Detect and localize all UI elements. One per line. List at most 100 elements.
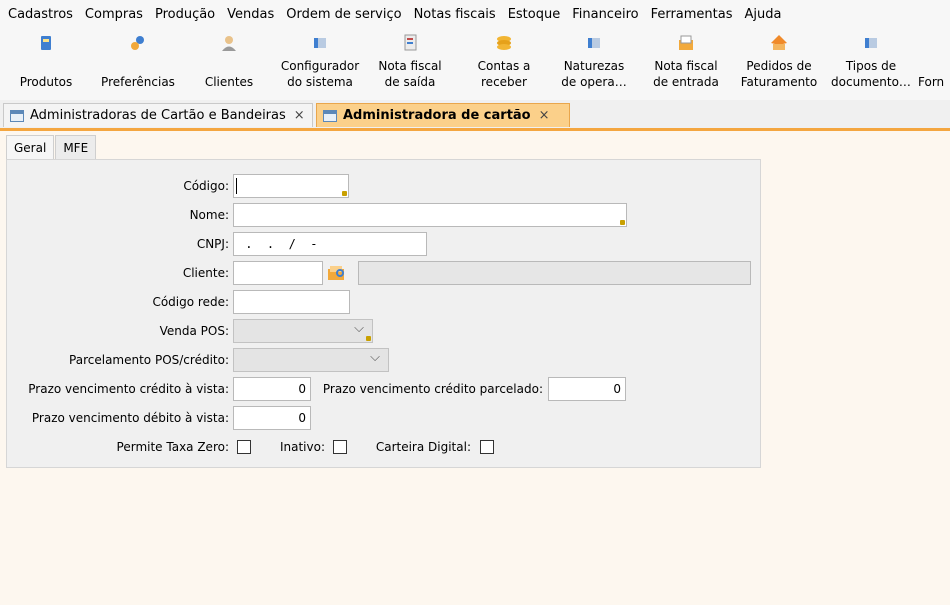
toolbar-label: de saída [384,75,436,89]
orders-icon [770,34,788,52]
toolbar-label: Produtos [19,75,73,89]
codigo-rede-field[interactable] [233,290,350,314]
toolbar-label: Contas a [477,59,531,73]
menu-ordem-servico[interactable]: Ordem de serviço [280,0,407,30]
inativo-label: Inativo: [279,440,325,454]
window-icon [10,109,24,122]
form-content: Geral MFE Código: Nome: CNPJ: . . / - Cl… [0,131,950,605]
invoice-out-icon [401,34,419,52]
tab-mfe[interactable]: MFE [55,135,97,159]
toolbar-label: Pedidos de [746,59,812,73]
toolbar-label: Faturamento [740,75,818,89]
toolbar-label: documento… [831,75,911,89]
geral-panel: Código: Nome: CNPJ: . . / - Cliente: Cód… [6,159,761,468]
receivables-icon [495,34,513,52]
toolbar-label: de opera… [561,75,627,89]
tab-administradora-cartao[interactable]: Administradora de cartão × [316,103,570,127]
nome-label: Nome: [189,208,229,222]
toolbar-tipos-documento-button[interactable]: Tipos de documento… [826,30,916,100]
toolbar-label: Forn [918,75,945,89]
permite-taxa-zero-label: Permite Taxa Zero: [116,440,229,454]
prazo-credito-parcelado-field[interactable]: 0 [548,377,626,401]
toolbar-produtos-button[interactable]: Produtos [14,30,78,100]
toolbar-label: Clientes [204,75,254,89]
cliente-name-field [358,261,751,285]
toolbar-naturezas-button[interactable]: Naturezas de opera… [556,30,632,100]
carteira-digital-checkbox[interactable] [480,440,494,454]
required-marker [366,336,371,341]
products-icon [37,34,55,52]
codigo-label: Código: [183,179,229,193]
subtab-bar: Geral MFE [6,135,97,161]
menu-estoque[interactable]: Estoque [502,0,567,30]
menu-producao[interactable]: Produção [149,0,221,30]
invoice-in-icon [677,34,695,52]
toolbar: Produtos Preferências Clientes Configura… [0,30,950,100]
tab-label: Administradora de cartão [343,108,531,123]
toolbar-configurador-button[interactable]: Configurador do sistema [274,30,366,100]
required-marker [342,191,347,196]
chevron-down-icon: ⌵ [370,350,380,365]
window-icon [323,109,337,122]
document-tab-bar: Administradoras de Cartão e Bandeiras × … [0,100,950,131]
tab-label: Administradoras de Cartão e Bandeiras [30,108,286,123]
toolbar-label: de entrada [653,75,719,89]
menu-cadastros[interactable]: Cadastros [0,0,79,30]
required-marker [620,220,625,225]
search-client-icon[interactable] [327,264,347,282]
menu-compras[interactable]: Compras [79,0,149,30]
tab-geral[interactable]: Geral [6,135,55,161]
toolbar-label: Naturezas [563,59,625,73]
suppliers-icon [918,34,936,52]
doc-types-icon [862,34,880,52]
codigo-rede-label: Código rede: [152,295,229,309]
close-icon[interactable]: × [539,108,550,123]
tab-administradoras[interactable]: Administradoras de Cartão e Bandeiras × [3,103,313,127]
inativo-checkbox[interactable] [333,440,347,454]
menu-bar: Cadastros Compras Produção Vendas Ordem … [0,0,950,30]
prazo-credito-parcelado-label: Prazo vencimento crédito parcelado: [322,382,543,396]
operations-icon [585,34,603,52]
clients-icon [220,34,238,52]
cnpj-field[interactable]: . . / - [233,232,427,256]
toolbar-label: Nota fiscal [378,59,442,73]
venda-pos-label: Venda POS: [159,324,229,338]
menu-ferramentas[interactable]: Ferramentas [645,0,739,30]
toolbar-label: Preferências [101,75,175,89]
toolbar-label: Nota fiscal [654,59,718,73]
toolbar-preferencias-button[interactable]: Preferências [92,30,184,100]
parcelamento-select[interactable]: ⌵ [233,348,389,372]
toolbar-label: Tipos de [845,59,897,73]
menu-notas-fiscais[interactable]: Notas fiscais [408,0,502,30]
menu-financeiro[interactable]: Financeiro [566,0,644,30]
prazo-credito-vista-field[interactable]: 0 [233,377,311,401]
preferences-icon [129,34,147,52]
prazo-credito-vista-label: Prazo vencimento crédito à vista: [28,382,229,396]
toolbar-label: do sistema [287,75,353,89]
permite-taxa-zero-checkbox[interactable] [237,440,251,454]
cnpj-label: CNPJ: [196,237,229,251]
nome-field[interactable] [233,203,627,227]
prazo-debito-vista-label: Prazo vencimento débito à vista: [31,411,229,425]
toolbar-pedidos-button[interactable]: Pedidos de Faturamento [736,30,822,100]
menu-vendas[interactable]: Vendas [221,0,280,30]
toolbar-fornecedores-button[interactable]: Forn [918,30,950,100]
cliente-label: Cliente: [182,266,229,280]
toolbar-label: Configurador [280,59,360,73]
carteira-digital-label: Carteira Digital: [375,440,471,454]
menu-ajuda[interactable]: Ajuda [739,0,788,30]
chevron-down-icon: ⌵ [354,321,364,336]
cliente-code-field[interactable] [233,261,323,285]
venda-pos-select[interactable]: ⌵ [233,319,373,343]
close-icon[interactable]: × [294,108,305,123]
codigo-field[interactable] [233,174,349,198]
config-icon [311,34,329,52]
parcelamento-label: Parcelamento POS/crédito: [69,353,229,367]
toolbar-nota-saida-button[interactable]: Nota fiscal de saída [370,30,450,100]
prazo-debito-vista-field[interactable]: 0 [233,406,311,430]
toolbar-nota-entrada-button[interactable]: Nota fiscal de entrada [646,30,726,100]
toolbar-clientes-button[interactable]: Clientes [198,30,260,100]
text-caret [236,178,237,194]
toolbar-contas-receber-button[interactable]: Contas a receber [466,30,542,100]
toolbar-label: receber [481,75,527,89]
